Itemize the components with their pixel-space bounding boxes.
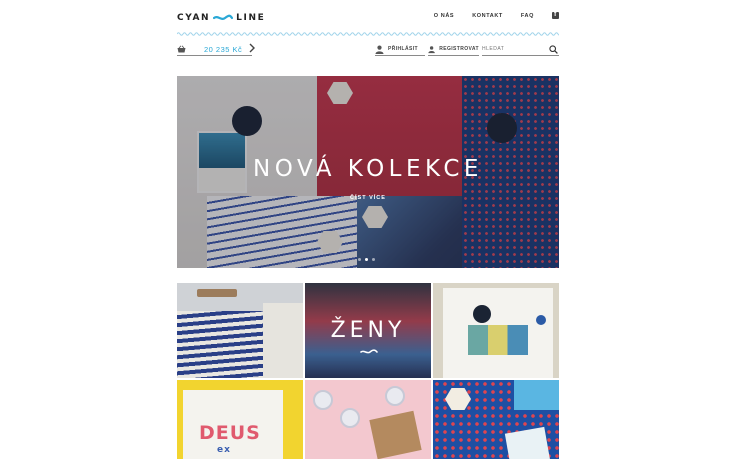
- hero-slider[interactable]: NOVÁ KOLEKCE ČÍST VÍCE: [177, 76, 559, 268]
- product-tile[interactable]: [305, 380, 431, 459]
- search-input[interactable]: [482, 46, 546, 52]
- cart-summary[interactable]: 20 235 Kč: [177, 43, 252, 56]
- tile-image-bag: [514, 380, 559, 410]
- tile-image-tag: [385, 386, 405, 406]
- tile-image-tag: [313, 390, 333, 410]
- user-icon: [375, 45, 384, 54]
- category-grid: ŽENY DEUS ex A A: [177, 283, 559, 459]
- category-tile-women[interactable]: ŽENY: [305, 283, 431, 378]
- top-navigation: O NÁS KONTAKT FAQ: [434, 11, 559, 19]
- facebook-icon[interactable]: [552, 11, 559, 19]
- header-wave-divider: [177, 32, 559, 36]
- cart-total: 20 235 Kč: [204, 44, 243, 54]
- product-tile[interactable]: [433, 283, 559, 378]
- tile-image-box: [369, 410, 422, 459]
- register-label: REGISTROVAT: [439, 46, 479, 52]
- login-label: PŘIHLÁSIT: [388, 46, 418, 52]
- print-text: DEUS: [199, 422, 261, 444]
- tile-image-tag: [340, 408, 360, 428]
- slider-dot-active[interactable]: [365, 258, 368, 261]
- logo-text-left: CYAN: [177, 13, 211, 23]
- hero-read-more-link[interactable]: ČÍST VÍCE: [177, 195, 559, 201]
- login-link[interactable]: PŘIHLÁSIT: [375, 43, 425, 56]
- register-link[interactable]: REGISTROVAT: [428, 43, 479, 56]
- hero-title: NOVÁ KOLEKCE: [253, 156, 483, 182]
- search-box: [482, 43, 559, 56]
- search-icon[interactable]: [549, 44, 558, 54]
- tile-image-pin: [536, 315, 546, 325]
- slider-dot[interactable]: [372, 258, 375, 261]
- category-title: ŽENY: [330, 318, 406, 343]
- wave-icon: [360, 349, 378, 354]
- logo-text-right: LINE: [236, 13, 266, 23]
- tile-image-box: [197, 289, 237, 297]
- chevron-right-icon[interactable]: [248, 43, 256, 53]
- tile-image-hex-tag: [445, 388, 471, 410]
- tile-image-shirt: [263, 303, 303, 378]
- logo-wave-icon: [213, 14, 234, 20]
- logo[interactable]: CYAN LINE: [177, 11, 265, 25]
- tile-image-print: DEUS ex A A: [199, 422, 261, 459]
- user-icon: [428, 45, 435, 53]
- tile-image-tag: [473, 305, 491, 323]
- product-tile[interactable]: [177, 283, 303, 378]
- product-tile[interactable]: DEUS ex A A: [177, 380, 303, 459]
- product-tile[interactable]: [433, 380, 559, 459]
- slider-dots: [358, 258, 375, 261]
- basket-icon: [177, 45, 186, 53]
- slider-dot[interactable]: [358, 258, 361, 261]
- tile-image-print: [468, 325, 528, 355]
- nav-contact[interactable]: KONTAKT: [472, 13, 503, 19]
- nav-faq[interactable]: FAQ: [521, 13, 534, 19]
- tile-image-card: [504, 426, 552, 459]
- nav-about[interactable]: O NÁS: [434, 13, 454, 19]
